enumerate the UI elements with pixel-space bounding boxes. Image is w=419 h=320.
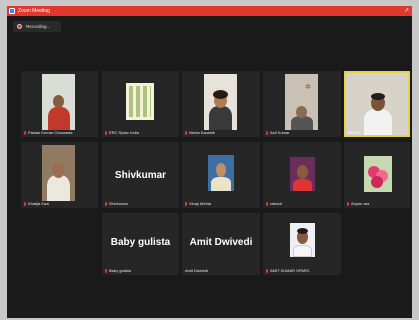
participant-display-name: Baby gulista bbox=[110, 237, 171, 248]
expand-icon[interactable]: ↗ bbox=[404, 6, 409, 16]
muted-mic-icon bbox=[266, 130, 268, 135]
participant-name: Pawan Kumar Chaurasia bbox=[28, 130, 73, 135]
participant-profile-image bbox=[208, 155, 234, 191]
participant-tile[interactable]: Shivkumar Shivkumar bbox=[102, 142, 179, 208]
participant-name: rakesh bbox=[270, 201, 283, 206]
muted-mic-icon bbox=[105, 130, 107, 135]
participant-video bbox=[346, 73, 408, 135]
muted-mic-icon bbox=[347, 201, 349, 206]
muted-mic-icon bbox=[266, 201, 268, 206]
participant-name-tag: rakesh bbox=[266, 201, 282, 206]
participant-profile-image bbox=[364, 156, 392, 192]
participant-name: Anjum ara bbox=[351, 201, 370, 206]
participant-name-tag: Anjum ara bbox=[347, 201, 369, 206]
participant-name: Khatija Kazi bbox=[28, 201, 50, 206]
participant-name: AMIT KUMAR SPARC bbox=[270, 268, 310, 273]
muted-mic-icon bbox=[24, 201, 26, 206]
muted-mic-icon bbox=[24, 130, 26, 135]
participant-name-tag: ERC Sparc India bbox=[105, 130, 139, 135]
participant-tile[interactable]: Anjum ara bbox=[344, 142, 410, 208]
participant-profile-image bbox=[290, 157, 315, 191]
participant-name-tag: Khatija Kazi bbox=[24, 201, 49, 206]
participant-video bbox=[42, 145, 75, 201]
participant-name-tag: Anil Kumar bbox=[266, 130, 290, 135]
participant-tile[interactable]: ERC Sparc India bbox=[102, 71, 179, 137]
participant-name: Shivkumar bbox=[109, 201, 128, 206]
participant-tile[interactable]: Vinay Mehta bbox=[182, 142, 260, 208]
participant-name-tag: AMIT KUMAR SPARC bbox=[266, 268, 310, 273]
participant-name: SPARC bbox=[347, 130, 361, 135]
participant-tile[interactable]: rakesh bbox=[263, 142, 341, 208]
zoom-app-icon bbox=[9, 8, 15, 14]
participant-name-tag: Neeta Kaushik bbox=[185, 130, 215, 135]
recording-indicator[interactable]: Recording... bbox=[13, 21, 61, 32]
title-bar: Zoom Meeting ↗ bbox=[7, 6, 412, 16]
participant-name: Vinay Mehta bbox=[189, 201, 212, 206]
zoom-window: Zoom Meeting ↗ Recording... Pawan Kumar … bbox=[7, 6, 412, 318]
participant-profile-image bbox=[126, 83, 154, 120]
participant-name-tag: Baby gulista bbox=[105, 268, 131, 273]
participant-name: Baby gulista bbox=[109, 268, 131, 273]
participant-display-name: Shivkumar bbox=[114, 170, 167, 181]
participant-tile-active-speaker[interactable]: SPARC bbox=[344, 71, 410, 137]
participant-name-tag: Vinay Mehta bbox=[185, 201, 211, 206]
participant-tile[interactable]: Neeta Kaushik bbox=[182, 71, 260, 137]
participant-tile[interactable]: AMIT KUMAR SPARC bbox=[263, 213, 341, 275]
window-title: Zoom Meeting bbox=[18, 8, 50, 14]
participant-name: Amit Dwivedi bbox=[185, 268, 209, 273]
participant-name-tag: Shivkumar bbox=[105, 201, 128, 206]
participant-tile[interactable]: Khatija Kazi bbox=[21, 142, 98, 208]
muted-mic-icon bbox=[185, 201, 187, 206]
participant-name-tag: Pawan Kumar Chaurasia bbox=[24, 130, 72, 135]
participant-video bbox=[42, 74, 75, 130]
participant-tile[interactable]: ✲ Anil Kumar bbox=[263, 71, 341, 137]
participant-name-tag: Amit Dwivedi bbox=[185, 268, 208, 273]
participant-name: Neeta Kaushik bbox=[189, 130, 216, 135]
participant-tile[interactable]: Baby gulista Baby gulista bbox=[102, 213, 179, 275]
participant-profile-image bbox=[290, 223, 315, 257]
muted-mic-icon bbox=[266, 268, 268, 273]
participant-name: Anil Kumar bbox=[270, 130, 290, 135]
participant-tile[interactable]: Pawan Kumar Chaurasia bbox=[21, 71, 98, 137]
participant-video: ✲ bbox=[285, 74, 318, 130]
participant-video bbox=[204, 74, 237, 130]
muted-mic-icon bbox=[105, 201, 107, 206]
participant-name: ERC Sparc India bbox=[109, 130, 139, 135]
record-icon bbox=[17, 24, 22, 29]
muted-mic-icon bbox=[185, 130, 187, 135]
recording-label: Recording... bbox=[26, 24, 51, 29]
participant-display-name: Amit Dwivedi bbox=[189, 237, 253, 248]
participant-tile[interactable]: Amit Dwivedi Amit Dwivedi bbox=[182, 213, 260, 275]
muted-mic-icon bbox=[105, 268, 107, 273]
participant-name-tag: SPARC bbox=[347, 130, 360, 135]
